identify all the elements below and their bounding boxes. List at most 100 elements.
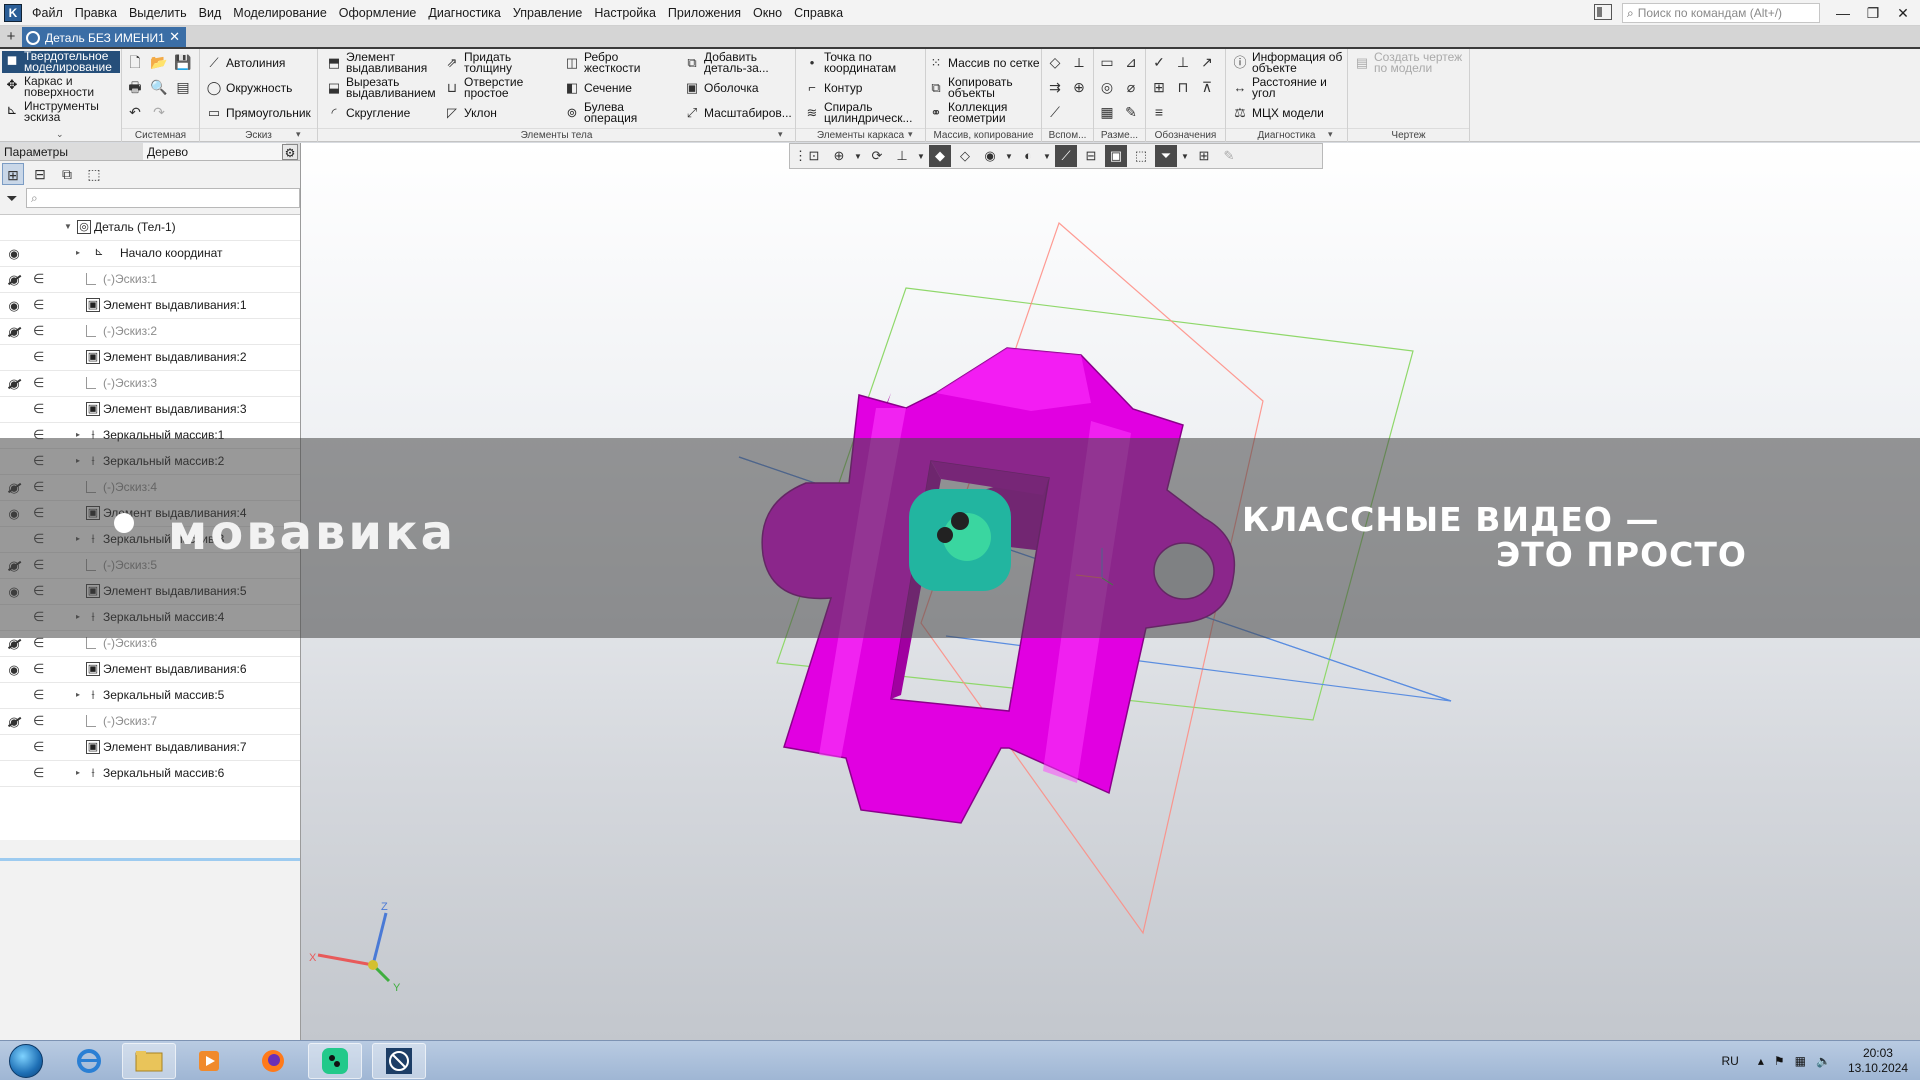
thicken-button[interactable]: ⇗ Придать толщину — [444, 51, 512, 74]
boolean-button[interactable]: ⊚ Булева операция — [564, 101, 638, 124]
add-part-blank-button[interactable]: ⧉ Добавить деталь-за... — [684, 51, 768, 74]
auto-dim-icon[interactable]: ▦ — [1098, 103, 1116, 121]
cut-extrude-button[interactable]: ⬓ Вырезать выдавливанием — [326, 76, 436, 99]
collapse-modes-icon[interactable]: ⌄ — [56, 129, 64, 140]
fillet-button[interactable]: ◜ Скругление — [326, 105, 410, 121]
minimize-button[interactable]: — — [1828, 0, 1858, 26]
taskbar-kompas[interactable] — [372, 1043, 426, 1079]
expand-arrow-icon[interactable]: ▸ — [76, 768, 80, 777]
tree-grid-icon[interactable]: ⬚ — [83, 163, 105, 185]
wireframe-view-icon[interactable]: ◇ — [954, 145, 976, 167]
section-view-icon[interactable]: ⊟ — [1080, 145, 1102, 167]
body-group-dropdown-icon[interactable]: ▾ — [778, 129, 783, 140]
tree-row[interactable]: ◉ ∈ (-)Эскиз:1 — [0, 267, 300, 293]
close-tab-icon[interactable]: ✕ — [169, 29, 180, 45]
mass-properties-button[interactable]: ⚖ МЦХ модели — [1232, 105, 1324, 121]
tree-row[interactable]: ◉ ∈ ▣ Элемент выдавливания:5 — [0, 579, 300, 605]
marking-icon[interactable]: ≡ — [1150, 103, 1168, 121]
eye-visible-icon[interactable]: ◉ — [5, 662, 23, 678]
menu-file[interactable]: Файл — [26, 0, 69, 26]
tree-row[interactable]: ∈ ▣ Элемент выдавливания:3 — [0, 397, 300, 423]
roughness-icon[interactable]: ✓ — [1150, 53, 1168, 71]
filter-dropdown-icon[interactable]: ▼ — [1180, 152, 1190, 161]
create-drawing-button[interactable]: ▤ Создать чертеж по модели — [1354, 51, 1462, 74]
tree-row[interactable]: ∈ ▸ ⟊ Зеркальный массив:4 — [0, 605, 300, 631]
eye-visible-icon[interactable]: ◉ — [5, 506, 23, 522]
leader-icon[interactable]: ↗ — [1198, 53, 1216, 71]
tree-row[interactable]: ∈ ▸ ⟊ Зеркальный массив:5 — [0, 683, 300, 709]
measure-icon[interactable]: ✎ — [1218, 145, 1240, 167]
tree-row[interactable]: ∈ ▸ ⟊ Зеркальный массив:6 — [0, 761, 300, 787]
tree-row[interactable]: ◉ ∈ ▣ Элемент выдавливания:1 — [0, 293, 300, 319]
distance-angle-button[interactable]: ↔ Расстояние и угол — [1232, 76, 1327, 99]
eye-hidden-icon[interactable]: ◉ — [5, 558, 23, 574]
menu-diagnostics[interactable]: Диагностика — [422, 0, 506, 26]
eye-hidden-icon[interactable]: ◉ — [5, 376, 23, 392]
shell-button[interactable]: ▣ Оболочка — [684, 80, 759, 96]
part-body[interactable] — [761, 347, 1315, 824]
aux-plane-icon[interactable]: ◇ — [1046, 53, 1064, 71]
print-icon[interactable]: 🖶 — [126, 78, 144, 96]
mode-solid-modeling[interactable]: ◼ Твердотельное моделирование — [2, 50, 120, 73]
tree-row[interactable]: ◉ ∈ (-)Эскиз:2 — [0, 319, 300, 345]
weld-icon[interactable]: ⊓ — [1174, 78, 1192, 96]
save-all-icon[interactable]: ▤ — [174, 78, 192, 96]
show-all-icon[interactable]: ⊡ — [803, 145, 825, 167]
eye-hidden-icon[interactable]: ◉ — [5, 480, 23, 496]
diameter-dim-icon[interactable]: ⌀ — [1122, 78, 1140, 96]
display-dropdown-icon[interactable]: ▼ — [1042, 152, 1052, 161]
start-button[interactable] — [4, 1041, 48, 1080]
rectangle-button[interactable]: ▭ Прямоугольник — [206, 105, 311, 121]
sketch-group-dropdown-icon[interactable]: ▾ — [296, 129, 301, 140]
mode-sketch-tools[interactable]: ⊾ Инструменты эскиза — [2, 100, 120, 123]
perspective-icon[interactable]: ⟋ — [1055, 145, 1077, 167]
collapse-arrow-icon[interactable]: ▼ — [64, 222, 72, 231]
zoom-dropdown-icon[interactable]: ▼ — [853, 152, 863, 161]
helix-button[interactable]: ≋ Спираль цилиндрическ... — [804, 101, 913, 124]
eye-hidden-icon[interactable]: ◉ — [5, 324, 23, 340]
document-tab[interactable]: Деталь БЕЗ ИМЕНИ1 ✕ — [22, 27, 186, 48]
tree-row[interactable]: ◉ ∈ (-)Эскиз:7 — [0, 709, 300, 735]
model-view[interactable]: Z X Y — [301, 143, 1920, 1040]
tree-history-icon[interactable]: ⊟ — [29, 163, 51, 185]
snap-icon[interactable]: ⊞ — [1193, 145, 1215, 167]
mounting-hole[interactable] — [1153, 542, 1215, 600]
geometry-collection-button[interactable]: ⚭ Коллекция геометрии — [928, 101, 1008, 124]
menu-help[interactable]: Справка — [788, 0, 849, 26]
close-window-button[interactable]: ✕ — [1888, 0, 1918, 26]
eye-hidden-icon[interactable]: ◉ — [5, 272, 23, 288]
network-icon[interactable]: ▦ — [1795, 1054, 1806, 1068]
gear-icon[interactable]: ⚙ — [282, 144, 298, 160]
diag-group-dropdown-icon[interactable]: ▾ — [1328, 129, 1333, 140]
orientation-dropdown-icon[interactable]: ▼ — [916, 152, 926, 161]
radial-dim-icon[interactable]: ◎ — [1098, 78, 1116, 96]
circle-button[interactable]: ◯ Окружность — [206, 80, 293, 96]
app-logo[interactable]: K — [0, 0, 26, 26]
menu-format[interactable]: Оформление — [333, 0, 423, 26]
tree-row[interactable]: ◉ ∈ (-)Эскиз:6 — [0, 631, 300, 657]
filter-view-icon[interactable]: ⏷ — [1155, 145, 1177, 167]
tree-row[interactable]: ◉ ∈ ▣ Элемент выдавливания:6 — [0, 657, 300, 683]
tree-row[interactable]: ◉ ∈ (-)Эскиз:4 — [0, 475, 300, 501]
eye-hidden-icon[interactable]: ◉ — [5, 714, 23, 730]
menu-management[interactable]: Управление — [507, 0, 589, 26]
point-by-coords-button[interactable]: • Точка по координатам — [804, 51, 896, 74]
extrude-button[interactable]: ⬒ Элемент выдавливания — [326, 51, 427, 74]
scale-button[interactable]: ⤢ Масштабиров... — [684, 105, 792, 121]
expand-arrow-icon[interactable]: ▸ — [76, 612, 80, 621]
open-file-icon[interactable]: 📂 — [150, 53, 168, 71]
mode-wireframe-surfaces[interactable]: ✥ Каркас и поверхности — [2, 75, 120, 98]
aux-axis-icon[interactable]: ⟂ — [1070, 53, 1088, 71]
new-document-button[interactable]: + — [2, 28, 20, 46]
menu-settings[interactable]: Настройка — [588, 0, 662, 26]
expand-arrow-icon[interactable]: ▸ — [76, 248, 80, 257]
rib-button[interactable]: ◫ Ребро жесткости — [564, 51, 641, 74]
frame-group-dropdown-icon[interactable]: ▾ — [908, 129, 913, 140]
tab-parameters[interactable]: Параметры — [0, 143, 143, 160]
display-mode-icon[interactable]: ◐ — [1017, 145, 1039, 167]
language-indicator[interactable]: RU — [1722, 1054, 1739, 1068]
menu-apps[interactable]: Приложения — [662, 0, 747, 26]
taskbar-ie[interactable] — [62, 1043, 116, 1079]
undo-icon[interactable]: ↶ — [126, 103, 144, 121]
menu-window[interactable]: Окно — [747, 0, 788, 26]
